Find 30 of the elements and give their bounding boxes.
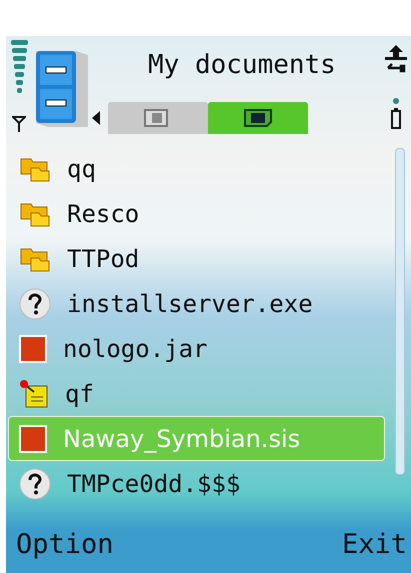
file-name: installserver.exe [67, 290, 313, 318]
file-name: Resco [67, 200, 140, 228]
file-name: TMPce0dd.$$$ [67, 470, 240, 498]
question-mark-icon [19, 288, 51, 320]
memory-tab[interactable] [208, 102, 308, 134]
file-list-item[interactable]: nologo.jar [8, 326, 385, 371]
file-list-item[interactable]: qf [8, 371, 385, 416]
square-icon [19, 424, 47, 452]
file-name: Naway_Symbian.sis [63, 424, 300, 452]
file-name: qf [65, 380, 94, 408]
window-title: My documents [147, 49, 337, 82]
file-list-item[interactable]: TTPod [8, 236, 385, 281]
file-name: qq [67, 154, 96, 182]
file-name: TTPod [67, 244, 140, 272]
antenna-icon [12, 116, 26, 132]
file-list-item[interactable]: Resco [8, 191, 385, 236]
battery-icon [390, 98, 402, 130]
file-list-item[interactable]: installserver.exe [8, 281, 385, 326]
scrollbar[interactable] [395, 148, 405, 475]
question-mark-icon [19, 468, 51, 500]
file-list-item[interactable]: qq [8, 146, 385, 191]
option-softkey[interactable]: Option [16, 528, 114, 560]
file-name: nologo.jar [63, 334, 208, 362]
file-list-item[interactable]: TMPce0dd.$$$ [8, 461, 385, 506]
note-icon [19, 378, 49, 408]
memory-card-icon [243, 108, 273, 128]
left-arrow-icon[interactable] [92, 111, 100, 125]
exit-softkey[interactable]: Exit [342, 528, 407, 560]
square-icon [19, 334, 47, 362]
memory-tab[interactable] [108, 102, 208, 134]
